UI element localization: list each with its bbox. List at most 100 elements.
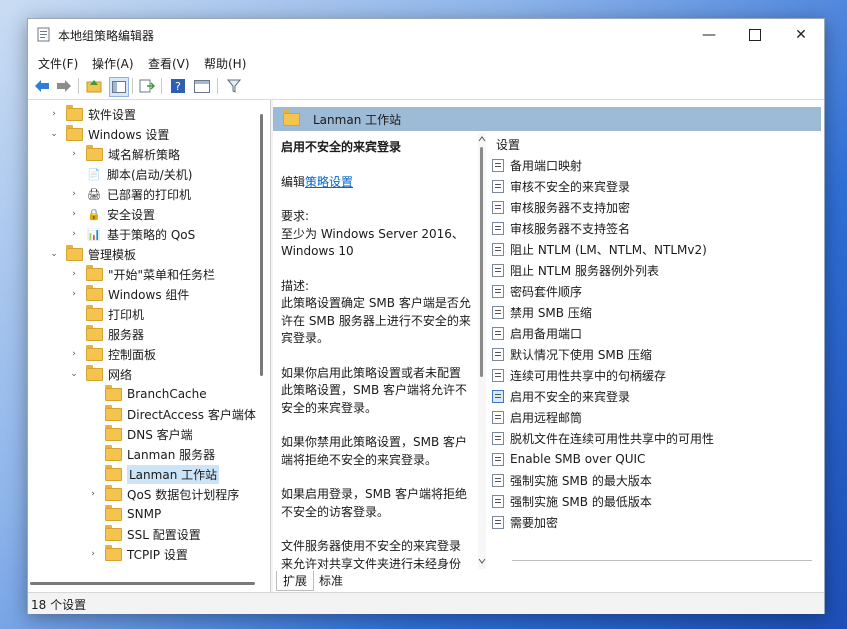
tree-item[interactable]: DNS 客户端: [87, 424, 193, 444]
tree-item[interactable]: › 控制面板: [68, 344, 156, 364]
setting-row[interactable]: 启用备用端口: [490, 323, 820, 343]
chevron-down-icon[interactable]: ⌄: [68, 369, 80, 379]
setting-row[interactable]: 强制实施 SMB 的最低版本: [490, 491, 820, 511]
setting-label: 备用端口映射: [510, 158, 583, 173]
chevron-down-icon[interactable]: ⌄: [48, 249, 60, 259]
chevron-right-icon[interactable]: ›: [68, 269, 80, 279]
tree-item[interactable]: › 📊 基于策略的 QoS: [68, 224, 195, 244]
tree-item[interactable]: SNMP: [87, 504, 161, 524]
tree-item[interactable]: › TCPIP 设置: [87, 544, 188, 564]
settings-column-header[interactable]: 设置: [496, 136, 520, 153]
setting-label: 审核不安全的来宾登录: [510, 179, 631, 194]
chevron-right-icon[interactable]: ›: [68, 229, 80, 239]
show-hide-tree-button[interactable]: [109, 77, 129, 97]
setting-row[interactable]: 默认情况下使用 SMB 压缩: [490, 344, 820, 364]
setting-row[interactable]: 备用端口映射: [490, 155, 820, 175]
chevron-right-icon[interactable]: ›: [48, 109, 60, 119]
setting-row[interactable]: 连续可用性共享中的句柄缓存: [490, 365, 820, 385]
tree-item[interactable]: › 🖨 已部署的打印机: [68, 184, 191, 204]
tree-horizontal-scrollbar[interactable]: [28, 579, 268, 587]
setting-row[interactable]: 阻止 NTLM (LM、NTLM、NTLMv2): [490, 239, 820, 259]
menu-bar: 文件(F) 操作(A) 查看(V) 帮助(H): [28, 51, 824, 73]
tree-item[interactable]: SSL 配置设置: [87, 524, 201, 544]
tree-item[interactable]: 打印机: [68, 304, 144, 324]
setting-row[interactable]: 启用远程邮筒: [490, 407, 820, 427]
setting-row[interactable]: 审核服务器不支持签名: [490, 218, 820, 238]
chevron-right-icon[interactable]: ›: [87, 549, 99, 559]
section-header: Lanman 工作站: [273, 107, 821, 131]
setting-row[interactable]: 审核服务器不支持加密: [490, 197, 820, 217]
tree-item[interactable]: ⌄ Windows 设置: [48, 124, 169, 144]
tree-item[interactable]: › "开始"菜单和任务栏: [68, 264, 215, 284]
tree-item[interactable]: › 🔒 安全设置: [68, 204, 155, 224]
setting-row[interactable]: 脱机文件在连续可用性共享中的可用性: [490, 428, 820, 448]
list-horizontal-scrollbar[interactable]: [512, 560, 812, 561]
tree-item[interactable]: DirectAccess 客户端体: [87, 404, 256, 424]
tree-item[interactable]: Lanman 服务器: [87, 444, 215, 464]
forward-button[interactable]: [55, 77, 73, 95]
setting-row[interactable]: 启用不安全的来宾登录: [490, 386, 820, 406]
chevron-right-icon[interactable]: ›: [87, 489, 99, 499]
tab-standard[interactable]: 标准: [313, 571, 349, 590]
description-paragraph-1: 此策略设置确定 SMB 客户端是否允许在 SMB 服务器上进行不安全的来宾登录。: [281, 296, 471, 345]
tree-item[interactable]: › Windows 组件: [68, 284, 189, 304]
tree-item[interactable]: › 软件设置: [48, 104, 136, 124]
menu-view[interactable]: 查看(V): [148, 55, 190, 72]
help-icon: ?: [171, 79, 185, 93]
scroll-down-icon[interactable]: [478, 557, 486, 565]
menu-action[interactable]: 操作(A): [92, 55, 134, 72]
tab-extended[interactable]: 扩展: [276, 571, 315, 591]
minimize-button[interactable]: —: [686, 19, 732, 51]
help-button[interactable]: ?: [169, 77, 187, 95]
description-paragraph-2: 如果你启用此策略设置或者未配置此策略设置，SMB 客户端将允许不安全的来宾登录。: [281, 365, 468, 415]
policy-setting-icon: [492, 515, 504, 529]
tree-pane-icon: [112, 81, 126, 93]
policy-setting-icon: [492, 452, 504, 466]
export-list-button[interactable]: [138, 77, 156, 95]
scroll-up-icon[interactable]: [478, 135, 486, 143]
properties-button[interactable]: [193, 77, 211, 95]
setting-row[interactable]: Enable SMB over QUIC: [490, 449, 820, 469]
chevron-right-icon[interactable]: ›: [68, 349, 80, 359]
folder-icon: [105, 444, 122, 461]
description-scrollbar[interactable]: [478, 133, 486, 569]
tree-item[interactable]: › QoS 数据包计划程序: [87, 484, 239, 504]
edit-prefix: 编辑: [281, 174, 306, 189]
edit-policy-link[interactable]: 策略设置: [305, 175, 353, 189]
setting-row[interactable]: 禁用 SMB 压缩: [490, 302, 820, 322]
setting-row[interactable]: 阻止 NTLM 服务器例外列表: [490, 260, 820, 280]
setting-row[interactable]: 审核不安全的来宾登录: [490, 176, 820, 196]
back-button[interactable]: [33, 77, 51, 95]
chevron-down-icon[interactable]: ⌄: [48, 129, 60, 139]
setting-label: 阻止 NTLM (LM、NTLM、NTLMv2): [510, 242, 707, 257]
filter-icon: [227, 79, 241, 93]
maximize-button[interactable]: [732, 19, 778, 51]
up-folder-button[interactable]: [85, 77, 103, 95]
chevron-right-icon[interactable]: ›: [68, 149, 80, 159]
setting-row[interactable]: 需要加密: [490, 512, 820, 532]
up-folder-icon: [86, 80, 102, 93]
chevron-right-icon[interactable]: ›: [68, 289, 80, 299]
tree-item[interactable]: 📄 脚本(启动/关机): [68, 164, 192, 184]
security-icon: 🔒: [87, 207, 101, 221]
tree-item[interactable]: ⌄ 网络: [68, 364, 132, 384]
description-scroll-thumb[interactable]: [480, 147, 483, 377]
section-title: Lanman 工作站: [313, 112, 402, 127]
tree-item-label: Windows 组件: [108, 287, 190, 302]
setting-row[interactable]: 密码套件顺序: [490, 281, 820, 301]
tree-item[interactable]: BranchCache: [87, 384, 207, 404]
menu-help[interactable]: 帮助(H): [204, 55, 246, 72]
setting-row[interactable]: 强制实施 SMB 的最大版本: [490, 470, 820, 490]
tree-item[interactable]: Lanman 工作站: [87, 464, 220, 484]
filter-button[interactable]: [225, 77, 243, 95]
menu-file[interactable]: 文件(F): [38, 55, 78, 72]
printer-icon: 🖨: [87, 187, 101, 201]
tree-vertical-scrollbar[interactable]: [260, 114, 263, 376]
chevron-right-icon[interactable]: ›: [68, 189, 80, 199]
chevron-right-icon[interactable]: ›: [68, 209, 80, 219]
tree-item[interactable]: 服务器: [68, 324, 144, 344]
close-button[interactable]: ✕: [778, 19, 824, 51]
setting-label: 启用远程邮筒: [510, 410, 583, 425]
tree-item[interactable]: ⌄ 管理模板: [48, 244, 136, 264]
tree-item[interactable]: › 域名解析策略: [68, 144, 180, 164]
